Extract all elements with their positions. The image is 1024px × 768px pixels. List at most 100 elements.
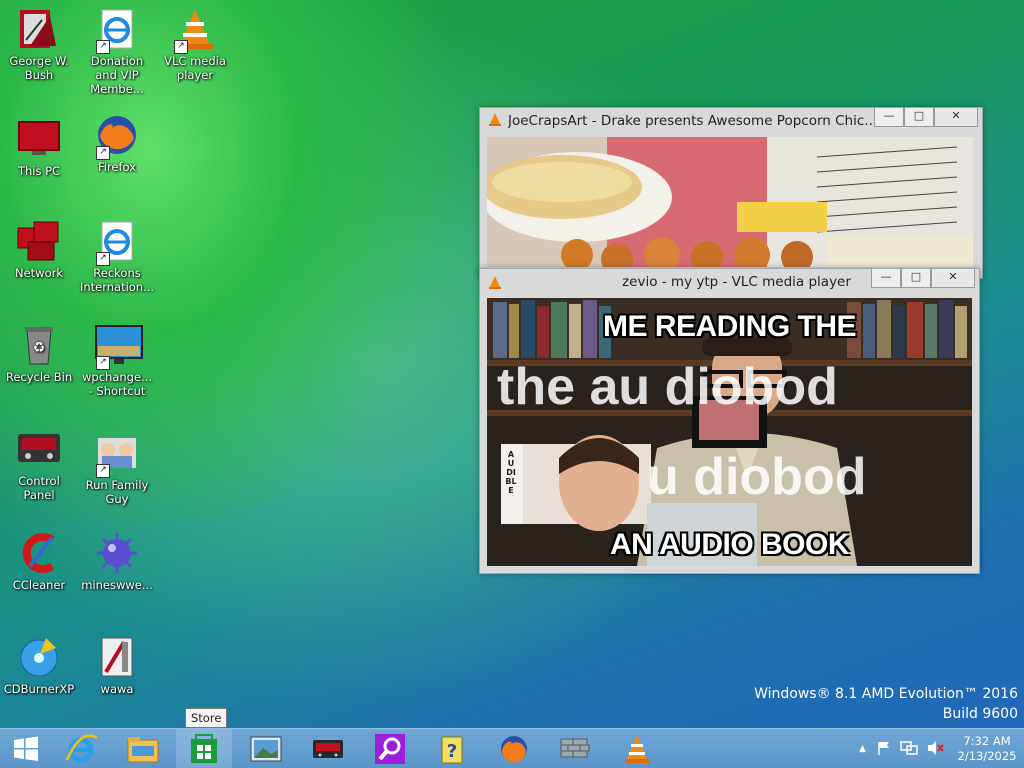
desktop-icon-cdburnerxp[interactable]: CDBurnerXP (1, 634, 77, 696)
taskbar-vlc[interactable] (609, 729, 665, 768)
shortcut-arrow-icon: ↗ (96, 40, 110, 54)
vlc-window-joecrapsart[interactable]: JoeCrapsArt - Drake presents Awesome Pop… (479, 107, 983, 279)
window-titlebar[interactable]: zevio - my ytp - VLC media player — □ ✕ (480, 269, 979, 295)
monitor-icon (16, 116, 62, 162)
desktop-icon-wpchange[interactable]: ↗ wpchange... - Shortcut (79, 322, 155, 398)
clock-time: 7:32 AM (963, 734, 1011, 748)
shortcut-arrow-icon: ↗ (96, 252, 110, 266)
taskbar-media[interactable] (300, 729, 356, 768)
svg-text:♻: ♻ (33, 340, 46, 356)
desktop-icon-recycle-bin[interactable]: ♻ Recycle Bin (1, 322, 77, 384)
icon-label: Run Family Guy (85, 478, 149, 506)
icon-label: CCleaner (12, 578, 66, 592)
clock[interactable]: 7:32 AM 2/13/2025 (954, 734, 1020, 764)
photos-icon (250, 736, 282, 762)
store-tooltip: Store (185, 708, 228, 728)
window-titlebar[interactable]: JoeCrapsArt - Drake presents Awesome Pop… (480, 108, 982, 134)
taskbar-store[interactable] (176, 729, 232, 768)
icon-label: Recycle Bin (5, 370, 73, 384)
firefox-icon: ↗ (94, 112, 140, 160)
recycle-bin-icon: ♻ (16, 322, 62, 368)
icon-label: CDBurnerXP (3, 682, 75, 696)
icon-label: VLC media player (164, 54, 226, 82)
help-icon: ? (441, 736, 463, 764)
watermark-edition: Windows® 8.1 AMD Evolution™ 2016 (754, 686, 1018, 702)
minimize-button[interactable]: — (871, 269, 901, 288)
icon-label: mineswwe... (81, 578, 153, 592)
video-bg-text-1: the au diobod (497, 358, 838, 416)
close-button[interactable]: ✕ (934, 108, 978, 127)
taskbar-photos[interactable] (238, 729, 294, 768)
window-title: zevio - my ytp - VLC media player (622, 274, 851, 290)
desktop-icon-wawa[interactable]: wawa (79, 634, 155, 696)
media-icon (313, 740, 343, 758)
desktop-icon-mineswwe[interactable]: mineswwe... (79, 530, 155, 592)
window-title: JoeCrapsArt - Drake presents Awesome Pop… (508, 113, 878, 129)
icon-label: This PC (17, 164, 61, 178)
watermark-build: Build 9600 (942, 706, 1018, 722)
ccleaner-icon (16, 530, 62, 576)
meme-caption-bottom: AN AUDIO BOOK (609, 528, 850, 561)
video-bg-text-2: u diobod (647, 448, 866, 506)
start-icon (14, 736, 38, 761)
taskbar-help[interactable]: ? (424, 729, 480, 768)
desktop-icon-ccleaner[interactable]: CCleaner (1, 530, 77, 592)
bush-icon (16, 6, 62, 52)
vlc-window-zevio[interactable]: zevio - my ytp - VLC media player — □ ✕ (479, 268, 980, 574)
windows-watermark: Windows® 8.1 AMD Evolution™ 2016 Build 9… (754, 684, 1018, 724)
meme-caption-top: ME READING THE (602, 310, 857, 343)
search-icon (375, 734, 405, 764)
mine-icon (94, 530, 140, 576)
desktop-icon-reckons[interactable]: ↗ Reckons Internation... (79, 218, 155, 294)
close-button[interactable]: ✕ (931, 269, 975, 288)
shortcut-arrow-icon: ↗ (96, 464, 110, 478)
taskbar-firefox[interactable] (486, 729, 542, 768)
desktop-icon-vlc[interactable]: ↗ VLC media player (157, 6, 233, 82)
shortcut-arrow-icon: ↗ (174, 40, 188, 54)
start-button[interactable] (0, 729, 52, 768)
shortcut-arrow-icon: ↗ (96, 356, 110, 370)
action-center-flag-icon[interactable] (876, 740, 892, 759)
shortcut-arrow-icon: ↗ (96, 146, 110, 160)
system-tray: ▲ 7:32 AM 2/13/2025 (859, 729, 1024, 768)
internet-explorer-icon: ↗ (94, 6, 140, 54)
desktop-icon-donation[interactable]: ↗ Donation and VIP Membe... (79, 6, 155, 96)
firefox-icon (501, 736, 527, 763)
taskbar-file-explorer[interactable] (115, 729, 171, 768)
icon-label: Reckons Internation... (79, 266, 155, 294)
desktop: George W. Bush This PC Network ♻ Recycle… (0, 0, 1024, 728)
maximize-button[interactable]: □ (904, 108, 934, 127)
icon-label: George W. Bush (9, 54, 69, 82)
icon-label: Firefox (97, 160, 137, 174)
file-explorer-icon (127, 737, 159, 763)
minimize-button[interactable]: — (874, 108, 904, 127)
vlc-cone-icon: ↗ (172, 6, 218, 54)
wawa-icon (94, 634, 140, 680)
internet-explorer-icon: ↗ (94, 218, 140, 266)
icon-label: Network (14, 266, 64, 280)
show-hidden-icons-button[interactable]: ▲ (859, 744, 866, 754)
cd-icon (16, 634, 62, 680)
desktop-icon-control-panel[interactable]: Control Panel (1, 426, 77, 502)
icon-label: wawa (100, 682, 134, 696)
taskbar-wall[interactable] (547, 729, 603, 768)
video-frame-ytp[interactable]: the au diobod u diobod AUDIBLE ME READIN… (487, 298, 972, 566)
internet-explorer-icon (65, 734, 98, 763)
desktop-icon-network[interactable]: Network (1, 218, 77, 280)
network-status-icon[interactable] (900, 740, 918, 759)
taskbar-internet-explorer[interactable] (53, 729, 109, 768)
wallpaper-icon: ↗ (94, 322, 143, 370)
desktop-icon-this-pc[interactable]: This PC (1, 116, 77, 178)
audible-sidebar-text: AUDIBLE (505, 450, 517, 495)
vlc-cone-icon (488, 112, 502, 130)
desktop-icon-george-bush[interactable]: George W. Bush (1, 6, 77, 82)
desktop-icon-firefox[interactable]: ↗ Firefox (79, 112, 155, 174)
video-frame-popcorn[interactable] (487, 137, 973, 267)
maximize-button[interactable]: □ (901, 269, 931, 288)
desktop-icon-family-guy[interactable]: ↗ Run Family Guy (79, 430, 155, 506)
taskbar-search[interactable] (362, 729, 418, 768)
volume-muted-icon[interactable] (926, 740, 944, 759)
vlc-cone-icon (625, 735, 649, 763)
store-icon (191, 734, 217, 763)
wall-icon (560, 738, 590, 758)
